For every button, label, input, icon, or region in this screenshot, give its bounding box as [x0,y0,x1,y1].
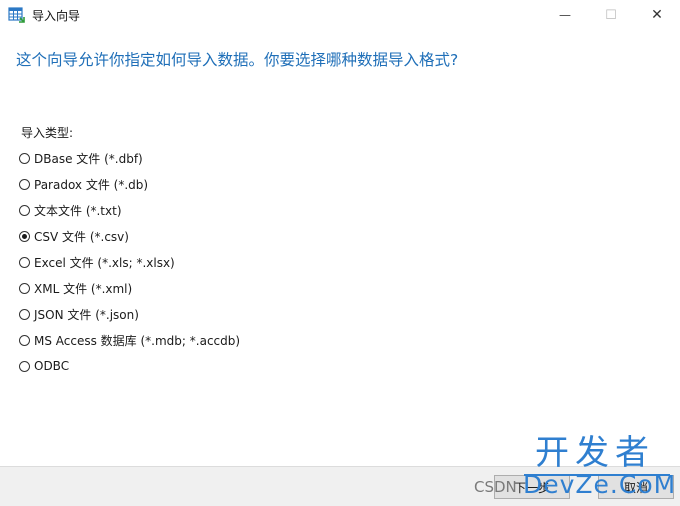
radio-button[interactable] [19,308,30,320]
radio-label: ODBC [34,359,70,373]
maximize-icon: ☐ [605,7,617,23]
watermark-logo-text: 开发者 [535,433,655,473]
wizard-heading: 这个向导允许你指定如何导入数据。你要选择哪种数据导入格式? [16,51,459,69]
radio-option-text[interactable]: 文本文件 (*.txt) [19,197,240,223]
radio-button[interactable] [19,282,30,294]
radio-option-odbc[interactable]: ODBC [19,353,240,379]
import-type-label: 导入类型: [21,126,74,140]
close-button[interactable]: ✕ [634,0,680,30]
radio-label: MS Access 数据库 (*.mdb; *.accdb) [34,333,241,348]
radio-selected-dot [22,233,27,239]
radio-label: CSV 文件 (*.csv) [34,229,129,244]
radio-option-xml[interactable]: XML 文件 (*.xml) [19,275,240,301]
radio-option-paradox[interactable]: Paradox 文件 (*.db) [19,171,240,197]
title-bar: 导入向导 — ☐ ✕ [0,0,680,30]
radio-option-dbase[interactable]: DBase 文件 (*.dbf) [19,145,240,171]
radio-option-excel[interactable]: Excel 文件 (*.xls; *.xlsx) [19,249,240,275]
radio-label: XML 文件 (*.xml) [34,281,133,296]
radio-option-csv[interactable]: CSV 文件 (*.csv) [19,223,240,249]
radio-button[interactable] [19,152,30,164]
radio-label: 文本文件 (*.txt) [34,203,122,218]
close-icon: ✕ [651,7,663,23]
minimize-button[interactable]: — [542,0,588,30]
table-import-icon [8,7,25,23]
radio-button[interactable] [19,178,30,190]
maximize-button[interactable]: ☐ [588,0,634,30]
window-title: 导入向导 [32,9,81,23]
radio-label: JSON 文件 (*.json) [34,307,139,322]
radio-label: Excel 文件 (*.xls; *.xlsx) [34,255,175,270]
watermark-site: DevZe.CoM [523,470,677,499]
import-type-radio-group: DBase 文件 (*.dbf) Paradox 文件 (*.db) 文本文件 … [19,145,240,379]
watermark-csdn: CSDN [474,478,517,496]
radio-button[interactable] [19,256,30,268]
radio-button[interactable] [19,334,30,346]
radio-button-selected[interactable] [19,230,30,242]
radio-option-ms-access[interactable]: MS Access 数据库 (*.mdb; *.accdb) [19,327,240,353]
radio-button[interactable] [19,360,30,372]
radio-button[interactable] [19,204,30,216]
minimize-icon: — [559,8,571,22]
radio-option-json[interactable]: JSON 文件 (*.json) [19,301,240,327]
radio-label: Paradox 文件 (*.db) [34,177,149,192]
radio-label: DBase 文件 (*.dbf) [34,151,143,166]
